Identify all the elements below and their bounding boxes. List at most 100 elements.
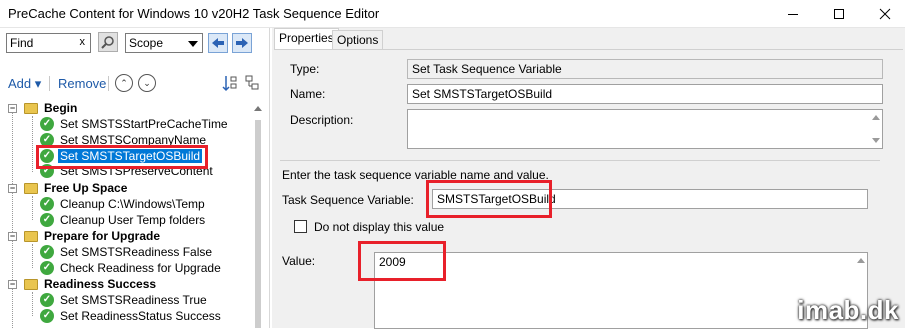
left-pane: x Scope Add ▾ Remove ⌃ ⌄ − Begin xyxy=(0,28,270,328)
close-icon xyxy=(879,8,891,20)
tree-item[interactable]: ✓ Set SMSTSStartPreCacheTime xyxy=(40,116,208,132)
scroll-down-icon[interactable] xyxy=(872,138,880,143)
minimize-icon xyxy=(788,14,798,15)
window-title: PreCache Content for Windows 10 v20H2 Ta… xyxy=(8,6,379,21)
folder-icon xyxy=(24,103,38,114)
check-icon: ✓ xyxy=(40,197,54,211)
section-divider xyxy=(280,160,880,161)
highlight-box xyxy=(358,241,446,281)
tree-item[interactable]: ✓ Set SMSTSReadiness False xyxy=(40,244,192,260)
toolbar-separator xyxy=(49,76,50,91)
editor-toolbar: Add ▾ Remove ⌃ ⌄ xyxy=(0,68,270,96)
find-box[interactable]: x xyxy=(6,33,91,53)
tree-group-label: Free Up Space xyxy=(44,181,127,195)
next-result-button[interactable] xyxy=(232,33,252,53)
tree-group-readiness-success[interactable]: − Readiness Success xyxy=(8,276,120,292)
folder-icon xyxy=(24,231,38,242)
tree-group-label: Prepare for Upgrade xyxy=(44,229,160,243)
folder-icon xyxy=(24,183,38,194)
move-down-icon: ⌄ xyxy=(143,78,151,89)
find-input[interactable] xyxy=(7,34,67,52)
remove-button[interactable]: Remove xyxy=(58,76,106,91)
tree-item-label: Check Readiness for Upgrade xyxy=(60,261,221,275)
tree-group-begin[interactable]: − Begin xyxy=(8,100,41,116)
search-button[interactable] xyxy=(98,32,118,52)
toolbar-separator xyxy=(108,76,109,91)
folder-icon xyxy=(24,279,38,290)
tree-group-free-up-space[interactable]: − Free Up Space xyxy=(8,180,91,196)
description-label: Description: xyxy=(290,113,353,127)
tree-scrollbar[interactable] xyxy=(252,100,264,328)
tab-options[interactable]: Options xyxy=(332,30,383,50)
task-sequence-tree: − Begin ✓ Set SMSTSStartPreCacheTime ✓ S… xyxy=(0,100,265,328)
arrow-right-icon xyxy=(235,37,249,49)
move-up-button[interactable]: ⌃ xyxy=(115,74,133,92)
collapse-icon[interactable]: − xyxy=(8,104,17,113)
description-scrollbar[interactable] xyxy=(870,110,882,148)
tree-item[interactable]: ✓ Cleanup User Temp folders xyxy=(40,212,185,228)
highlight-box xyxy=(426,180,552,218)
search-icon xyxy=(101,35,115,49)
tree-item[interactable]: ✓ Cleanup C:\Windows\Temp xyxy=(40,196,185,212)
type-field: Set Task Sequence Variable xyxy=(407,59,883,79)
description-field[interactable] xyxy=(407,109,883,149)
add-button[interactable]: Add ▾ xyxy=(8,76,41,92)
add-label: Add xyxy=(8,76,31,91)
scroll-thumb[interactable] xyxy=(255,120,261,328)
scroll-up-icon[interactable] xyxy=(857,258,865,263)
tree-item-label: Set SMSTSStartPreCacheTime xyxy=(60,117,228,131)
collapse-icon[interactable]: − xyxy=(8,280,17,289)
tree-item[interactable]: ✓ Set ReadinessStatus Success xyxy=(40,308,201,324)
tree-item-label: Cleanup C:\Windows\Temp xyxy=(60,197,205,211)
tree-item-label: Set ReadinessStatus Success xyxy=(60,309,221,323)
expand-tree-icon[interactable] xyxy=(244,74,260,92)
tree-line xyxy=(32,244,33,268)
tree-line xyxy=(12,110,13,328)
scope-value: Scope xyxy=(129,36,163,50)
do-not-display-label: Do not display this value xyxy=(314,220,444,234)
tree-item-label: Set SMSTSReadiness True xyxy=(60,293,207,307)
collapse-icon[interactable]: − xyxy=(8,232,17,241)
watermark: imab.dk xyxy=(797,295,899,326)
tree-line xyxy=(32,292,33,316)
tree-item-label: Cleanup User Temp folders xyxy=(60,213,205,227)
tree-item[interactable]: ✓ Check Readiness for Upgrade xyxy=(40,260,201,276)
scope-dropdown[interactable]: Scope xyxy=(125,33,203,53)
highlight-box xyxy=(36,145,208,169)
maximize-icon xyxy=(834,9,844,19)
tree-item[interactable]: ✓ Set SMSTSReadiness True xyxy=(40,292,187,308)
type-value: Set Task Sequence Variable xyxy=(412,62,562,76)
check-icon: ✓ xyxy=(40,213,54,227)
properties-panel: Type: Set Task Sequence Variable Name: S… xyxy=(274,49,903,328)
scroll-up-icon[interactable] xyxy=(254,106,262,111)
previous-result-button[interactable] xyxy=(208,33,228,53)
tab-properties[interactable]: Properties xyxy=(274,28,339,50)
tree-line xyxy=(32,196,33,220)
name-field[interactable]: Set SMSTSTargetOSBuild xyxy=(407,84,883,104)
name-value: Set SMSTSTargetOSBuild xyxy=(412,87,552,101)
tree-group-prepare-for-upgrade[interactable]: − Prepare for Upgrade xyxy=(8,228,124,244)
tree-item-label: Set SMSTSReadiness False xyxy=(60,245,212,259)
close-button[interactable] xyxy=(862,0,905,28)
title-bar: PreCache Content for Windows 10 v20H2 Ta… xyxy=(0,0,905,28)
check-icon: ✓ xyxy=(40,245,54,259)
tree-line xyxy=(32,116,33,172)
clear-search-button[interactable]: x xyxy=(80,36,86,48)
check-icon: ✓ xyxy=(40,293,54,307)
arrow-left-icon xyxy=(211,37,225,49)
variable-label: Task Sequence Variable: xyxy=(282,193,414,207)
do-not-display-checkbox[interactable] xyxy=(294,220,307,233)
value-field[interactable]: 2009 xyxy=(374,252,868,329)
chevron-down-icon xyxy=(188,41,198,47)
collapse-icon[interactable]: − xyxy=(8,184,17,193)
move-down-button[interactable]: ⌄ xyxy=(138,74,156,92)
tree-group-label: Readiness Success xyxy=(44,277,156,291)
scroll-up-icon[interactable] xyxy=(872,115,880,120)
maximize-button[interactable] xyxy=(816,0,862,28)
sort-icon[interactable] xyxy=(222,74,238,92)
tree-group-label: Begin xyxy=(44,101,77,115)
minimize-button[interactable] xyxy=(770,0,816,28)
check-icon: ✓ xyxy=(40,261,54,275)
value-label: Value: xyxy=(282,254,315,268)
check-icon: ✓ xyxy=(40,309,54,323)
